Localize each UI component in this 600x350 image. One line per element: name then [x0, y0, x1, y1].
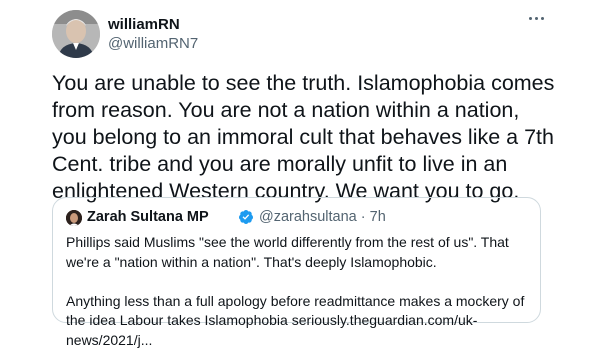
avatar[interactable]: [52, 10, 100, 58]
dot: [541, 17, 544, 20]
quoted-display-name[interactable]: Zarah Sultana MP: [87, 209, 209, 225]
verified-badge-icon: [238, 209, 254, 225]
quoted-handle-time[interactable]: @zarahsultana · 7h: [259, 209, 386, 225]
author-display-name[interactable]: williamRN: [108, 16, 180, 33]
dot: [535, 17, 538, 20]
more-icon[interactable]: [524, 8, 548, 28]
quoted-text: Phillips said Muslims "see the world dif…: [66, 233, 536, 350]
quoted-paragraph: Anything less than a full apology before…: [66, 292, 536, 350]
avatar-image: [52, 10, 100, 58]
tweet: williamRN @williamRN7 You are unable to …: [0, 0, 600, 335]
quoted-avatar-image: [66, 210, 82, 226]
quoted-avatar[interactable]: [66, 210, 82, 226]
dot: [529, 17, 532, 20]
quoted-tweet[interactable]: Zarah Sultana MP @zarahsultana · 7h Phil…: [52, 197, 541, 323]
author-handle[interactable]: @williamRN7: [108, 35, 198, 52]
tweet-text: You are unable to see the truth. Islamop…: [52, 70, 557, 205]
quoted-paragraph: Phillips said Muslims "see the world dif…: [66, 233, 536, 272]
